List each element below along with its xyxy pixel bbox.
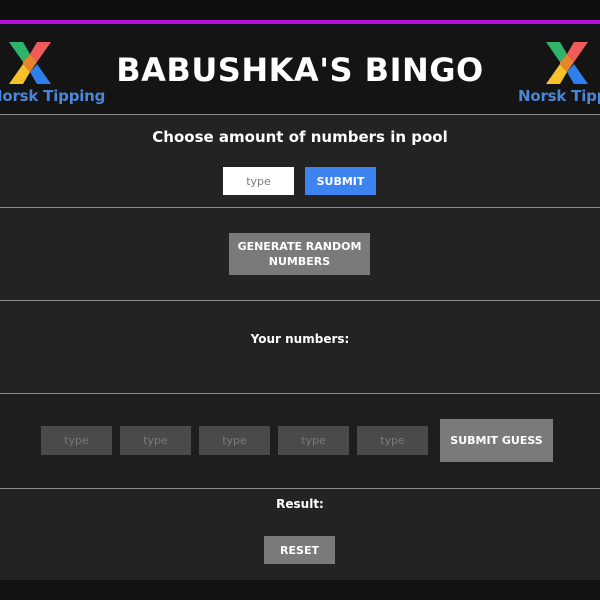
reset-button[interactable]: RESET <box>264 536 335 564</box>
header: Norsk Tipping BABUSHKA'S BINGO Norsk Tip… <box>0 24 600 114</box>
norsk-tipping-logo-icon <box>546 42 588 84</box>
guess-input-4[interactable] <box>278 426 349 455</box>
pool-heading: Choose amount of numbers in pool <box>152 128 448 146</box>
generate-random-numbers-button[interactable]: GENERATE RANDOM NUMBERS <box>229 233 370 275</box>
page-title: BABUSHKA'S BINGO <box>116 51 484 89</box>
submit-guess-button[interactable]: SUBMIT GUESS <box>440 419 553 462</box>
pool-size-input[interactable] <box>223 167 294 195</box>
logo-right-text: Norsk Tipping <box>518 87 600 105</box>
pool-section: Choose amount of numbers in pool SUBMIT <box>0 115 600 207</box>
result-heading: Result: <box>276 497 324 511</box>
guess-section: SUBMIT GUESS <box>0 394 600 488</box>
logo-right: Norsk Tipping <box>517 40 600 105</box>
generate-section: GENERATE RANDOM NUMBERS <box>0 208 600 300</box>
top-strip <box>0 0 600 20</box>
guess-input-2[interactable] <box>120 426 191 455</box>
guess-input-1[interactable] <box>41 426 112 455</box>
footer-strip <box>0 580 600 600</box>
submit-button[interactable]: SUBMIT <box>305 167 376 195</box>
numbers-section: Your numbers: <box>0 301 600 393</box>
your-numbers-heading: Your numbers: <box>250 332 350 346</box>
result-section: Result: RESET <box>0 489 600 580</box>
guess-input-5[interactable] <box>357 426 428 455</box>
guess-input-3[interactable] <box>199 426 270 455</box>
